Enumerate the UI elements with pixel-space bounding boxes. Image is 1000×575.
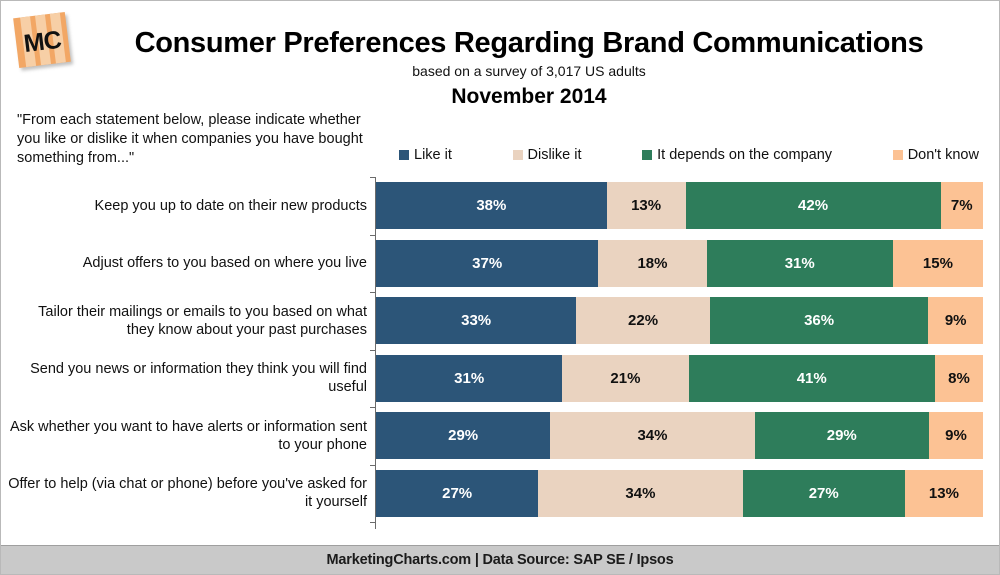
category-label: Ask whether you want to have alerts or i…: [9, 418, 367, 453]
chart-container: MC Consumer Preferences Regarding Brand …: [0, 0, 1000, 575]
footer-text: MarketingCharts.com | Data Source: SAP S…: [326, 552, 674, 568]
bar-segment-1[interactable]: 18%: [598, 239, 707, 287]
marketingcharts-logo: MC: [9, 9, 79, 75]
bar-segment-2[interactable]: 41%: [688, 354, 935, 402]
axis-tick: [370, 349, 375, 351]
category-label: Adjust offers to you based on where you …: [82, 255, 367, 271]
bar-segment-0[interactable]: 37%: [376, 239, 599, 287]
bar-segment-2[interactable]: 36%: [709, 297, 929, 344]
legend-item-0[interactable]: Like it: [399, 147, 452, 163]
survey-question: "From each statement below, please indic…: [17, 112, 363, 166]
legend-swatch-icon: [512, 150, 523, 160]
bar-row: 31% 21% 41% 8%: [376, 354, 983, 402]
legend-swatch-icon: [642, 150, 653, 160]
category-label: Send you news or information they think …: [30, 361, 367, 395]
axis-tick: [370, 234, 375, 236]
legend-label: Dislike it: [527, 147, 582, 163]
bar-segment-0[interactable]: 38%: [376, 182, 607, 229]
bar-segment-2[interactable]: 31%: [706, 239, 893, 287]
chart-title: Consumer Preferences Regarding Brand Com…: [134, 27, 924, 59]
bar-row: 38% 13% 42% 7%: [376, 182, 983, 229]
logo-tile-icon: MC: [13, 12, 71, 68]
legend-swatch-icon: [399, 150, 409, 160]
bar-segment-3[interactable]: 8%: [934, 354, 983, 402]
bar-segment-3[interactable]: 15%: [892, 239, 984, 287]
bar-row: 37% 18% 31% 15%: [376, 239, 984, 287]
category-label: Tailor their mailings or emails to you b…: [38, 303, 367, 338]
legend-item-3[interactable]: Don't know: [892, 147, 979, 163]
bar-segment-3[interactable]: 9%: [928, 297, 983, 344]
bar-segment-3[interactable]: 7%: [940, 182, 983, 229]
bar-segment-2[interactable]: 27%: [742, 469, 905, 517]
bar-row: 27% 34% 27% 13%: [376, 469, 983, 517]
axis-tick: [370, 177, 375, 178]
axis-tick: [370, 292, 375, 293]
chart-subtitle: based on a survey of 3,017 US adults: [412, 63, 646, 79]
category-label: Keep you up to date on their new product…: [94, 197, 367, 214]
bar-segment-1[interactable]: 13%: [606, 182, 686, 229]
bar-segment-1[interactable]: 34%: [550, 412, 755, 459]
bar-segment-0[interactable]: 33%: [376, 297, 577, 344]
bar-segment-1[interactable]: 21%: [562, 354, 689, 402]
chart-legend: Like it Dislike it It depends on the compa…: [399, 145, 979, 165]
bar-segment-1[interactable]: 34%: [538, 469, 743, 517]
bar-segment-2[interactable]: 42%: [685, 182, 941, 229]
bar-segment-3[interactable]: 13%: [904, 469, 983, 517]
chart-period: November 2014: [451, 85, 607, 108]
legend-label: It depends on the company: [657, 147, 833, 163]
chart-footer: MarketingCharts.com | Data Source: SAP S…: [1, 545, 999, 574]
bar-segment-1[interactable]: 22%: [576, 297, 710, 344]
bar-row: 33% 22% 36% 9%: [376, 297, 983, 344]
legend-item-1[interactable]: Dislike it: [512, 147, 582, 163]
bar-segment-0[interactable]: 29%: [376, 412, 551, 459]
axis-tick: [370, 464, 375, 466]
bar-segment-2[interactable]: 29%: [754, 412, 929, 459]
bar-segment-0[interactable]: 27%: [376, 469, 539, 517]
legend-swatch-icon: [892, 150, 903, 160]
bar-segment-3[interactable]: 9%: [928, 412, 983, 459]
plot-area: 38% 13% 42% 7% 37% 18% 31% 15% 33% 22% 36% 9% 31% 21%…: [370, 177, 984, 529]
axis-tick: [370, 522, 375, 523]
bar-segment-0[interactable]: 31%: [376, 354, 563, 402]
axis-tick: [370, 407, 375, 408]
category-label: Offer to help (via chat or phone) before…: [8, 476, 367, 510]
bar-rows: 38% 13% 42% 7% 37% 18% 31% 15% 33% 22% 36% 9% 31% 21%…: [376, 177, 984, 529]
legend-label: Don't know: [907, 147, 979, 163]
bar-row: 29% 34% 29% 9%: [376, 412, 983, 459]
legend-label: Like it: [414, 147, 452, 163]
legend-item-2[interactable]: It depends on the company: [642, 147, 832, 163]
